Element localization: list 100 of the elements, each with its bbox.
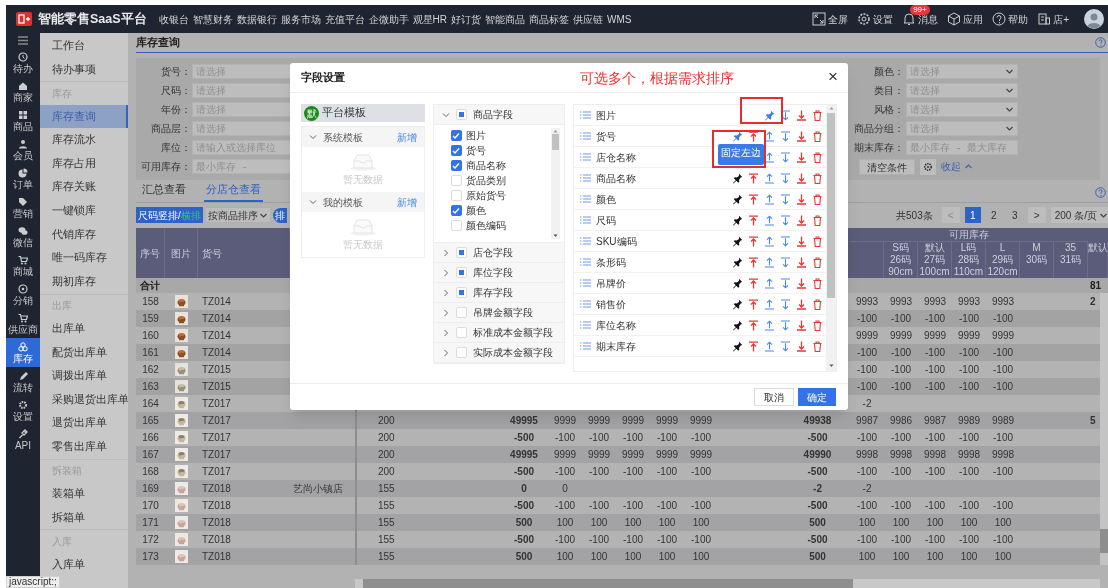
sidebar-item[interactable]: 待办	[6, 48, 40, 77]
trash-icon[interactable]	[812, 193, 823, 205]
checkbox[interactable]	[455, 327, 467, 338]
drag-handle-icon[interactable]	[580, 153, 591, 161]
checkbox[interactable]	[455, 347, 467, 358]
arrow-down-icon[interactable]	[780, 109, 791, 121]
arrow-up-icon[interactable]	[764, 130, 775, 142]
arrow-to-top-icon[interactable]	[748, 256, 759, 268]
nav-link[interactable]: 商品标签	[529, 11, 570, 27]
arrow-to-bottom-icon[interactable]	[796, 340, 807, 352]
menu-item[interactable]: 退货出库单	[40, 411, 128, 436]
menu-item[interactable]: 待办事项	[40, 57, 128, 82]
field-group-header[interactable]: 标准成本金额字段	[433, 323, 564, 343]
trash-icon[interactable]	[812, 319, 823, 331]
arrow-up-icon[interactable]	[764, 256, 775, 268]
drag-handle-icon[interactable]	[580, 216, 591, 224]
page-button[interactable]: 3	[1006, 207, 1023, 223]
arrow-to-bottom-icon[interactable]	[796, 298, 807, 310]
menu-item[interactable]: 拆箱单	[40, 505, 128, 530]
arrow-to-bottom-icon[interactable]	[796, 109, 807, 121]
trash-icon[interactable]	[812, 130, 823, 142]
arrow-down-icon[interactable]	[780, 319, 791, 331]
arrow-down-icon[interactable]	[780, 235, 791, 247]
pin-icon[interactable]	[732, 277, 743, 289]
menu-item[interactable]: 工作台	[40, 34, 128, 58]
drag-handle-icon[interactable]	[580, 237, 591, 245]
menu-item[interactable]: 唯一码库存	[40, 246, 128, 270]
menu-item[interactable]: 出库单	[40, 317, 128, 341]
horizontal-scrollbar[interactable]	[355, 579, 1100, 588]
scrollbar-thumb[interactable]	[552, 134, 559, 150]
next-page-button[interactable]: >	[1027, 207, 1046, 223]
nav-link[interactable]: 服务市场	[280, 11, 321, 27]
arrow-down-icon[interactable]	[780, 277, 791, 289]
menu-item[interactable]: 一键锁库	[40, 199, 128, 223]
sidebar-item[interactable]: 微信	[6, 222, 40, 251]
toolbar-button[interactable]: 帮助	[992, 11, 1029, 27]
confirm-button[interactable]: 确定	[798, 388, 836, 406]
drag-handle-icon[interactable]	[580, 258, 591, 266]
scrollbar-thumb[interactable]	[827, 113, 835, 298]
sidebar-item[interactable]: 库存	[6, 338, 40, 367]
arrow-to-bottom-icon[interactable]	[796, 193, 807, 205]
arrow-to-bottom-icon[interactable]	[796, 319, 807, 331]
pin-icon[interactable]	[732, 193, 743, 205]
trash-icon[interactable]	[812, 214, 823, 226]
avatar[interactable]	[1084, 9, 1104, 29]
field-group-header[interactable]: 实际成本金额字段	[433, 343, 564, 363]
arrow-to-bottom-icon[interactable]	[796, 214, 807, 226]
page-button[interactable]: 1	[964, 207, 981, 223]
trash-icon[interactable]	[812, 109, 823, 121]
drag-handle-icon[interactable]	[580, 195, 591, 203]
arrow-to-top-icon[interactable]	[748, 298, 759, 310]
nav-link[interactable]: 企微助手	[368, 11, 409, 27]
pin-icon[interactable]	[732, 256, 743, 268]
trash-icon[interactable]	[812, 277, 823, 289]
menu-item[interactable]: 代销库存	[40, 222, 128, 247]
field-group-header[interactable]: 库位字段	[433, 263, 564, 283]
pin-icon[interactable]	[732, 340, 743, 352]
arrow-down-icon[interactable]	[780, 130, 791, 142]
arrow-up-icon[interactable]	[764, 193, 775, 205]
tab[interactable]: 汇总查看	[140, 182, 188, 202]
arrow-to-top-icon[interactable]	[748, 214, 759, 226]
checkbox[interactable]	[450, 130, 462, 141]
scrollbar[interactable]	[826, 105, 836, 371]
nav-link[interactable]: 智能商品	[485, 11, 526, 27]
arrow-down-icon[interactable]	[780, 256, 791, 268]
menu-item[interactable]: 装箱单	[40, 482, 128, 506]
drag-handle-icon[interactable]	[580, 279, 591, 287]
checkbox[interactable]	[450, 220, 462, 231]
checkbox[interactable]	[450, 175, 462, 186]
arrow-up-icon[interactable]	[764, 340, 775, 352]
arrow-down-icon[interactable]	[780, 193, 791, 205]
menu-item[interactable]: 库存占用	[40, 151, 128, 176]
toolbar-button[interactable]: 设置	[857, 11, 894, 27]
drag-handle-icon[interactable]	[580, 111, 591, 119]
arrow-to-top-icon[interactable]	[748, 172, 759, 184]
sidebar-item[interactable]: 分销	[6, 280, 40, 309]
arrow-to-top-icon[interactable]	[748, 130, 759, 142]
sidebar-item[interactable]: 营销	[6, 193, 40, 222]
arrow-up-icon[interactable]	[764, 277, 775, 289]
sort-button[interactable]: 排	[272, 207, 287, 223]
arrow-to-top-icon[interactable]	[748, 319, 759, 331]
sidebar-item[interactable]: 商家	[6, 77, 40, 106]
trash-icon[interactable]	[812, 298, 823, 310]
sidebar-item[interactable]: 订单	[6, 164, 40, 193]
arrow-up-icon[interactable]	[764, 172, 775, 184]
nav-link[interactable]: WMS	[607, 11, 632, 27]
clear-button[interactable]: 清空条件	[859, 158, 915, 175]
arrow-up-icon[interactable]	[764, 151, 775, 163]
pin-icon[interactable]	[732, 298, 743, 310]
trash-icon[interactable]	[812, 151, 823, 163]
drag-handle-icon[interactable]	[580, 174, 591, 182]
checkbox[interactable]	[450, 145, 462, 156]
menu-item[interactable]: 入库单	[40, 553, 128, 577]
arrow-to-bottom-icon[interactable]	[796, 172, 807, 184]
checkbox[interactable]	[455, 109, 467, 120]
arrow-up-icon[interactable]	[764, 235, 775, 247]
cancel-button[interactable]: 取消	[754, 388, 794, 406]
trash-icon[interactable]	[812, 235, 823, 247]
arrow-up-icon[interactable]	[764, 214, 775, 226]
arrow-to-bottom-icon[interactable]	[796, 277, 807, 289]
